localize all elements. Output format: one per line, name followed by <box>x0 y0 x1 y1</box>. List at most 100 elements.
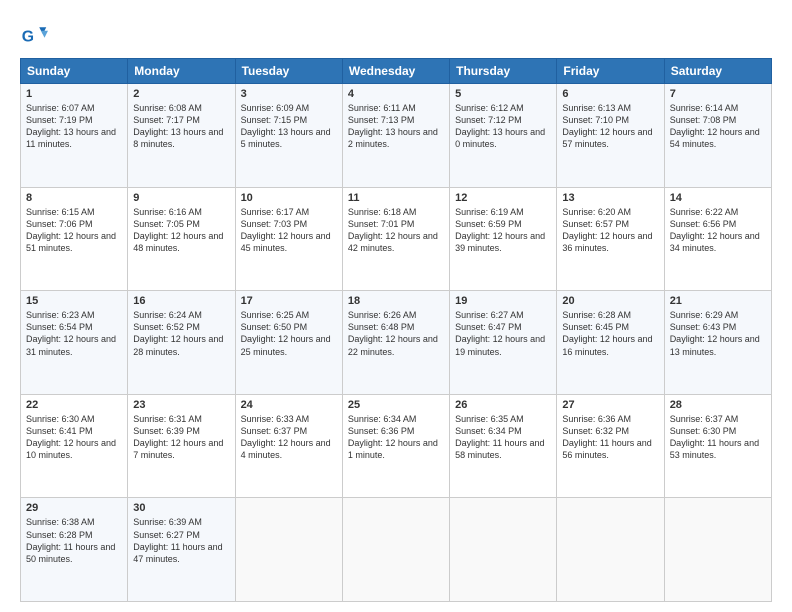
header: G <box>20 18 772 50</box>
logo-icon: G <box>20 22 48 50</box>
svg-text:G: G <box>22 28 34 45</box>
cell-info: Sunrise: 6:27 AMSunset: 6:47 PMDaylight:… <box>455 310 545 356</box>
calendar-cell: 27 Sunrise: 6:36 AMSunset: 6:32 PMDaylig… <box>557 394 664 498</box>
day-number: 4 <box>348 88 444 100</box>
cell-info: Sunrise: 6:29 AMSunset: 6:43 PMDaylight:… <box>670 310 760 356</box>
cell-info: Sunrise: 6:17 AMSunset: 7:03 PMDaylight:… <box>241 207 331 253</box>
calendar-cell: 13 Sunrise: 6:20 AMSunset: 6:57 PMDaylig… <box>557 187 664 291</box>
cell-info: Sunrise: 6:18 AMSunset: 7:01 PMDaylight:… <box>348 207 438 253</box>
day-header-friday: Friday <box>557 59 664 84</box>
day-number: 21 <box>670 295 766 307</box>
cell-info: Sunrise: 6:26 AMSunset: 6:48 PMDaylight:… <box>348 310 438 356</box>
day-number: 9 <box>133 192 229 204</box>
day-number: 8 <box>26 192 122 204</box>
calendar-cell <box>557 498 664 602</box>
calendar-cell: 6 Sunrise: 6:13 AMSunset: 7:10 PMDayligh… <box>557 84 664 188</box>
calendar-cell <box>664 498 771 602</box>
day-number: 22 <box>26 399 122 411</box>
calendar-body: 1 Sunrise: 6:07 AMSunset: 7:19 PMDayligh… <box>21 84 772 602</box>
header-row: SundayMondayTuesdayWednesdayThursdayFrid… <box>21 59 772 84</box>
day-number: 29 <box>26 502 122 514</box>
week-row-3: 15 Sunrise: 6:23 AMSunset: 6:54 PMDaylig… <box>21 291 772 395</box>
day-number: 24 <box>241 399 337 411</box>
day-header-monday: Monday <box>128 59 235 84</box>
day-number: 27 <box>562 399 658 411</box>
calendar-cell: 22 Sunrise: 6:30 AMSunset: 6:41 PMDaylig… <box>21 394 128 498</box>
calendar-cell: 26 Sunrise: 6:35 AMSunset: 6:34 PMDaylig… <box>450 394 557 498</box>
cell-info: Sunrise: 6:33 AMSunset: 6:37 PMDaylight:… <box>241 414 331 460</box>
calendar-cell: 4 Sunrise: 6:11 AMSunset: 7:13 PMDayligh… <box>342 84 449 188</box>
calendar-cell: 5 Sunrise: 6:12 AMSunset: 7:12 PMDayligh… <box>450 84 557 188</box>
calendar-header: SundayMondayTuesdayWednesdayThursdayFrid… <box>21 59 772 84</box>
day-number: 17 <box>241 295 337 307</box>
calendar-cell: 18 Sunrise: 6:26 AMSunset: 6:48 PMDaylig… <box>342 291 449 395</box>
cell-info: Sunrise: 6:13 AMSunset: 7:10 PMDaylight:… <box>562 103 652 149</box>
calendar-table: SundayMondayTuesdayWednesdayThursdayFrid… <box>20 58 772 602</box>
day-number: 20 <box>562 295 658 307</box>
week-row-4: 22 Sunrise: 6:30 AMSunset: 6:41 PMDaylig… <box>21 394 772 498</box>
calendar-cell: 14 Sunrise: 6:22 AMSunset: 6:56 PMDaylig… <box>664 187 771 291</box>
calendar-cell: 10 Sunrise: 6:17 AMSunset: 7:03 PMDaylig… <box>235 187 342 291</box>
day-number: 2 <box>133 88 229 100</box>
calendar-cell: 15 Sunrise: 6:23 AMSunset: 6:54 PMDaylig… <box>21 291 128 395</box>
day-number: 10 <box>241 192 337 204</box>
calendar-cell: 19 Sunrise: 6:27 AMSunset: 6:47 PMDaylig… <box>450 291 557 395</box>
week-row-2: 8 Sunrise: 6:15 AMSunset: 7:06 PMDayligh… <box>21 187 772 291</box>
cell-info: Sunrise: 6:22 AMSunset: 6:56 PMDaylight:… <box>670 207 760 253</box>
cell-info: Sunrise: 6:36 AMSunset: 6:32 PMDaylight:… <box>562 414 651 460</box>
cell-info: Sunrise: 6:30 AMSunset: 6:41 PMDaylight:… <box>26 414 116 460</box>
cell-info: Sunrise: 6:34 AMSunset: 6:36 PMDaylight:… <box>348 414 438 460</box>
calendar-cell: 24 Sunrise: 6:33 AMSunset: 6:37 PMDaylig… <box>235 394 342 498</box>
cell-info: Sunrise: 6:19 AMSunset: 6:59 PMDaylight:… <box>455 207 545 253</box>
logo: G <box>20 22 52 50</box>
calendar-cell: 8 Sunrise: 6:15 AMSunset: 7:06 PMDayligh… <box>21 187 128 291</box>
cell-info: Sunrise: 6:38 AMSunset: 6:28 PMDaylight:… <box>26 517 115 563</box>
day-number: 18 <box>348 295 444 307</box>
day-number: 3 <box>241 88 337 100</box>
cell-info: Sunrise: 6:23 AMSunset: 6:54 PMDaylight:… <box>26 310 116 356</box>
calendar-cell: 1 Sunrise: 6:07 AMSunset: 7:19 PMDayligh… <box>21 84 128 188</box>
cell-info: Sunrise: 6:16 AMSunset: 7:05 PMDaylight:… <box>133 207 223 253</box>
cell-info: Sunrise: 6:24 AMSunset: 6:52 PMDaylight:… <box>133 310 223 356</box>
calendar-cell: 30 Sunrise: 6:39 AMSunset: 6:27 PMDaylig… <box>128 498 235 602</box>
calendar-cell: 7 Sunrise: 6:14 AMSunset: 7:08 PMDayligh… <box>664 84 771 188</box>
day-number: 28 <box>670 399 766 411</box>
day-number: 26 <box>455 399 551 411</box>
day-header-thursday: Thursday <box>450 59 557 84</box>
week-row-5: 29 Sunrise: 6:38 AMSunset: 6:28 PMDaylig… <box>21 498 772 602</box>
day-number: 6 <box>562 88 658 100</box>
cell-info: Sunrise: 6:39 AMSunset: 6:27 PMDaylight:… <box>133 517 222 563</box>
cell-info: Sunrise: 6:37 AMSunset: 6:30 PMDaylight:… <box>670 414 759 460</box>
calendar-cell: 16 Sunrise: 6:24 AMSunset: 6:52 PMDaylig… <box>128 291 235 395</box>
cell-info: Sunrise: 6:15 AMSunset: 7:06 PMDaylight:… <box>26 207 116 253</box>
cell-info: Sunrise: 6:28 AMSunset: 6:45 PMDaylight:… <box>562 310 652 356</box>
day-header-tuesday: Tuesday <box>235 59 342 84</box>
cell-info: Sunrise: 6:08 AMSunset: 7:17 PMDaylight:… <box>133 103 223 149</box>
calendar-cell: 9 Sunrise: 6:16 AMSunset: 7:05 PMDayligh… <box>128 187 235 291</box>
cell-info: Sunrise: 6:12 AMSunset: 7:12 PMDaylight:… <box>455 103 545 149</box>
day-number: 11 <box>348 192 444 204</box>
calendar-cell: 11 Sunrise: 6:18 AMSunset: 7:01 PMDaylig… <box>342 187 449 291</box>
cell-info: Sunrise: 6:31 AMSunset: 6:39 PMDaylight:… <box>133 414 223 460</box>
cell-info: Sunrise: 6:20 AMSunset: 6:57 PMDaylight:… <box>562 207 652 253</box>
day-number: 16 <box>133 295 229 307</box>
day-number: 1 <box>26 88 122 100</box>
calendar-cell: 3 Sunrise: 6:09 AMSunset: 7:15 PMDayligh… <box>235 84 342 188</box>
day-number: 15 <box>26 295 122 307</box>
day-number: 12 <box>455 192 551 204</box>
calendar-cell: 12 Sunrise: 6:19 AMSunset: 6:59 PMDaylig… <box>450 187 557 291</box>
cell-info: Sunrise: 6:25 AMSunset: 6:50 PMDaylight:… <box>241 310 331 356</box>
day-header-saturday: Saturday <box>664 59 771 84</box>
calendar-cell: 20 Sunrise: 6:28 AMSunset: 6:45 PMDaylig… <box>557 291 664 395</box>
calendar-cell: 17 Sunrise: 6:25 AMSunset: 6:50 PMDaylig… <box>235 291 342 395</box>
cell-info: Sunrise: 6:14 AMSunset: 7:08 PMDaylight:… <box>670 103 760 149</box>
calendar-cell: 2 Sunrise: 6:08 AMSunset: 7:17 PMDayligh… <box>128 84 235 188</box>
day-header-wednesday: Wednesday <box>342 59 449 84</box>
cell-info: Sunrise: 6:35 AMSunset: 6:34 PMDaylight:… <box>455 414 544 460</box>
day-number: 7 <box>670 88 766 100</box>
page: G SundayMondayTuesdayWednesdayThursdayFr… <box>0 0 792 612</box>
day-number: 23 <box>133 399 229 411</box>
calendar-cell: 25 Sunrise: 6:34 AMSunset: 6:36 PMDaylig… <box>342 394 449 498</box>
calendar-cell: 23 Sunrise: 6:31 AMSunset: 6:39 PMDaylig… <box>128 394 235 498</box>
day-number: 19 <box>455 295 551 307</box>
